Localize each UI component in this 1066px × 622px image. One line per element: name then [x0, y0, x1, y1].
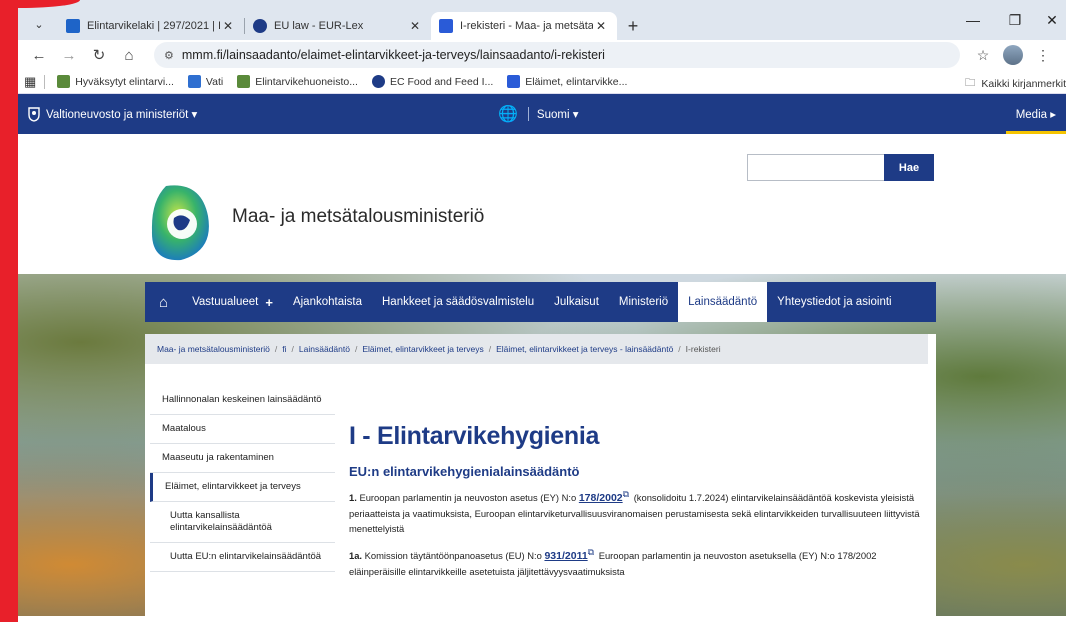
tab-eur-lex[interactable]: EU law - EUR-Lex ✕	[245, 12, 431, 40]
tab-strip: ⌄ Elintarvikelaki | 297/2021 | Lains ✕ E…	[18, 8, 1066, 40]
media-link[interactable]: Media ▸	[1016, 107, 1056, 121]
breadcrumb-current: I-rekisteri	[685, 344, 721, 354]
close-icon[interactable]: ✕	[593, 19, 609, 33]
ministry-logo[interactable]	[146, 176, 216, 266]
finlex-favicon-icon	[66, 19, 80, 33]
nav-yhteystiedot[interactable]: Yhteystiedot ja asiointi	[767, 282, 901, 322]
bookmark-star-icon[interactable]: ☆	[968, 42, 998, 68]
red-accent-strip	[0, 0, 18, 622]
site-header: Hae Maa- ja metsätalousministeriö	[18, 134, 1066, 274]
bookmark-favicon-icon	[507, 75, 521, 88]
sidebar-item-elaimet[interactable]: Eläimet, elintarvikkeet ja terveys	[150, 473, 335, 502]
regulation-link[interactable]: 178/2002	[579, 492, 623, 504]
sidebar-item-kansallista[interactable]: Uutta kansallista elintarvikelainsäädänt…	[150, 502, 335, 543]
gov-dropdown[interactable]: Valtioneuvosto ja ministeriöt ▾	[46, 107, 197, 121]
apps-grid-icon[interactable]: ▦	[24, 74, 36, 90]
close-icon[interactable]: ✕	[220, 19, 236, 33]
site-name[interactable]: Maa- ja metsätalousministeriö	[232, 206, 484, 228]
forward-arrow-icon[interactable]: →	[56, 42, 82, 68]
eurlex-favicon-icon	[253, 19, 267, 33]
breadcrumb-link[interactable]: fi	[282, 344, 286, 354]
back-arrow-icon[interactable]: ←	[26, 42, 52, 68]
home-icon[interactable]: ⌂	[145, 282, 182, 322]
bookmark-item[interactable]: Hyväksytyt elintarvi...	[57, 75, 174, 88]
browser-toolbar: ← → ↻ ⌂ ⚙ mmm.fi/lainsaadanto/elaimet-el…	[18, 40, 1066, 70]
reload-icon[interactable]: ↻	[86, 42, 112, 68]
external-link-icon: ⧉	[587, 547, 595, 558]
nav-ministerio[interactable]: Ministeriö	[609, 282, 678, 322]
sidebar-item-eu[interactable]: Uutta EU:n elintarvikelainsäädäntöä	[150, 543, 335, 572]
bookmark-favicon-icon	[187, 75, 201, 88]
folder-icon: 🗀	[964, 77, 976, 89]
sidebar-item-maaseutu[interactable]: Maaseutu ja rakentaminen	[150, 444, 335, 473]
breadcrumb-link[interactable]: Eläimet, elintarvikkeet ja terveys - lai…	[496, 344, 673, 354]
government-bar: Valtioneuvosto ja ministeriöt ▾ 🌐 Suomi …	[18, 94, 1066, 134]
language-selector[interactable]: Suomi ▾	[537, 107, 579, 121]
nav-julkaisut[interactable]: Julkaisut	[544, 282, 609, 322]
nav-lainsaadanto[interactable]: Lainsäädäntö	[678, 282, 768, 322]
nav-vastuualueet[interactable]: Vastuualueet +	[182, 282, 283, 322]
bookmark-item[interactable]: Eläimet, elintarvikke...	[507, 75, 627, 88]
coat-of-arms-icon	[28, 107, 40, 122]
search-input[interactable]	[747, 154, 885, 181]
side-navigation: Hallinnonalan keskeinen lainsäädäntö Maa…	[150, 386, 335, 572]
minimize-icon[interactable]: —	[953, 12, 993, 28]
section-heading: EU:n elintarvikehygienialainsäädäntö	[349, 464, 580, 479]
bookmark-favicon-icon	[57, 75, 71, 88]
bookmark-favicon-icon	[371, 75, 385, 88]
site-info-icon[interactable]: ⚙	[164, 49, 174, 62]
tab-i-rekisteri[interactable]: I-rekisteri - Maa- ja metsätalous ✕	[431, 12, 617, 40]
home-icon[interactable]: ⌂	[116, 42, 142, 68]
paragraph-2: 1a. Komission täytäntöönpanoasetus (EU) …	[349, 547, 877, 578]
all-bookmarks[interactable]: 🗀 Kaikki kirjanmerkit	[965, 75, 1066, 93]
page-title: I - Elintarvikehygienia	[349, 422, 600, 450]
sidebar-item-hallinnonala[interactable]: Hallinnonalan keskeinen lainsäädäntö	[150, 386, 335, 415]
sidebar-item-maatalous[interactable]: Maatalous	[150, 415, 335, 444]
browser-menu-icon[interactable]: ⋮	[1028, 42, 1058, 68]
breadcrumb: Maa- ja metsätalousministeriö / fi / Lains…	[145, 334, 928, 364]
mmm-favicon-icon	[439, 19, 453, 33]
new-tab-plus-icon[interactable]: +	[621, 12, 645, 40]
bookmarks-bar: ▦ Hyväksytyt elintarvi... Vati Elintarvi…	[18, 70, 1066, 94]
nav-ajankohtaista[interactable]: Ajankohtaista	[283, 282, 372, 322]
search-button[interactable]: Hae	[884, 154, 934, 181]
main-navigation: ⌂ Vastuualueet + Ajankohtaista Hankkeet j…	[145, 282, 936, 322]
address-bar[interactable]: ⚙ mmm.fi/lainsaadanto/elaimet-elintarvik…	[154, 42, 960, 68]
bookmark-item[interactable]: EC Food and Feed I...	[371, 75, 493, 88]
red-accent-corner	[0, 0, 80, 8]
breadcrumb-link[interactable]: Eläimet, elintarvikkeet ja terveys	[362, 344, 483, 354]
paragraph-1: 1. Euroopan parlamentin ja neuvoston ase…	[349, 489, 920, 535]
bookmark-item[interactable]: Vati	[187, 75, 223, 88]
breadcrumb-link[interactable]: Lainsäädäntö	[299, 344, 350, 354]
content-area: Maa- ja metsätalousministeriö / fi / Lains…	[145, 334, 936, 616]
tab-elintarvikelaki[interactable]: Elintarvikelaki | 297/2021 | Lains ✕	[58, 12, 244, 40]
breadcrumb-link[interactable]: Maa- ja metsätalousministeriö	[157, 344, 270, 354]
restore-icon[interactable]: ❐	[995, 12, 1035, 29]
article: I - Elintarvikehygienia EU:n elintarvike…	[349, 422, 929, 588]
regulation-link[interactable]: 931/2011	[544, 550, 587, 562]
web-page: Valtioneuvosto ja ministeriöt ▾ 🌐 Suomi …	[18, 94, 1066, 616]
close-icon[interactable]: ✕	[407, 19, 423, 33]
url-text: mmm.fi/lainsaadanto/elaimet-elintarvikke…	[181, 48, 605, 62]
external-link-icon: ⧉	[622, 489, 630, 499]
nav-hankkeet[interactable]: Hankkeet ja säädösvalmistelu	[372, 282, 544, 322]
plus-icon[interactable]: +	[265, 295, 273, 310]
bookmark-item[interactable]: Elintarvikehuoneisto...	[237, 75, 358, 88]
globe-icon: 🌐	[498, 106, 518, 123]
window-close-icon[interactable]: ✕	[1032, 12, 1066, 29]
profile-avatar[interactable]	[1003, 45, 1023, 65]
tab-search-chevron-icon[interactable]: ⌄	[26, 11, 52, 37]
bookmark-favicon-icon	[237, 75, 251, 88]
browser-window: ⌄ Elintarvikelaki | 297/2021 | Lains ✕ E…	[18, 8, 1066, 622]
